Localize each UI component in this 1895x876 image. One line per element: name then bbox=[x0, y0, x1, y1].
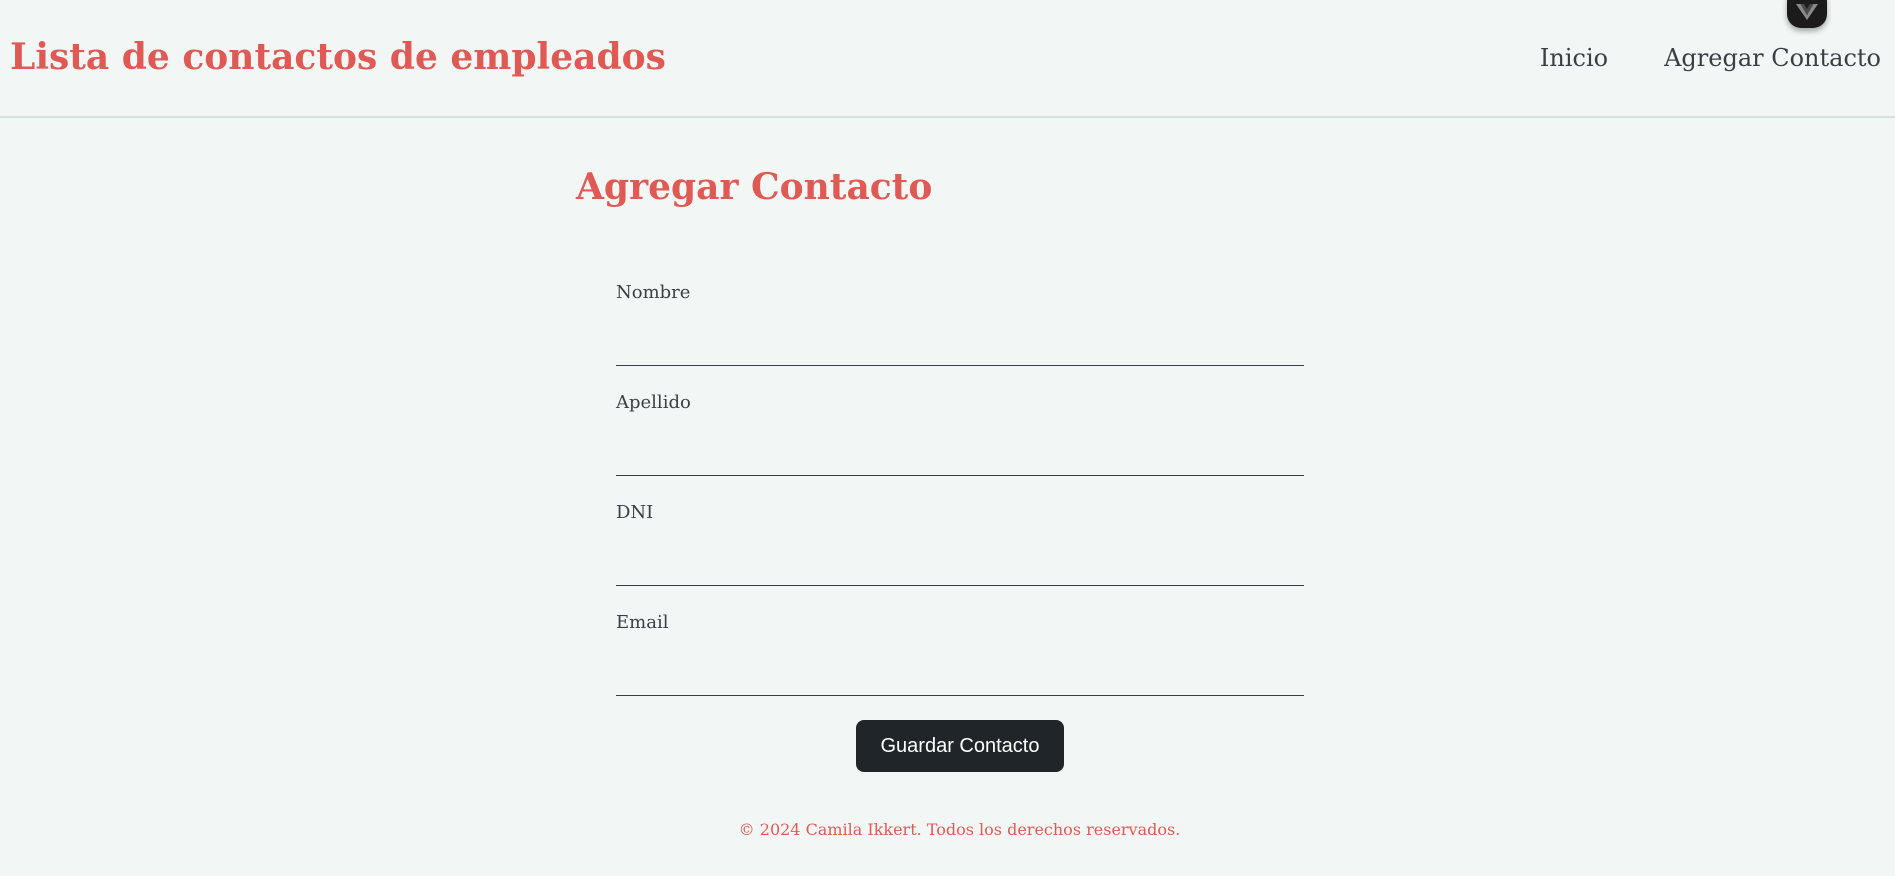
nav-link-agregar-contacto[interactable]: Agregar Contacto bbox=[1664, 44, 1881, 72]
page-title: Agregar Contacto bbox=[576, 166, 933, 208]
field-dni: DNI bbox=[616, 500, 1304, 610]
nombre-label: Nombre bbox=[616, 282, 691, 303]
field-email: Email bbox=[616, 610, 1304, 720]
vue-devtools-button[interactable] bbox=[1787, 0, 1827, 28]
email-label: Email bbox=[616, 612, 669, 633]
email-input[interactable] bbox=[616, 664, 1304, 696]
apellido-label: Apellido bbox=[616, 392, 691, 413]
add-contact-form: Nombre Apellido DNI Email bbox=[616, 280, 1304, 720]
main-nav: Inicio Agregar Contacto bbox=[1540, 44, 1881, 72]
save-contact-button[interactable]: Guardar Contacto bbox=[856, 720, 1064, 772]
apellido-input[interactable] bbox=[616, 444, 1304, 476]
footer-copyright: © 2024 Camila Ikkert. Todos los derechos… bbox=[738, 820, 1181, 839]
nav-link-inicio[interactable]: Inicio bbox=[1540, 44, 1608, 72]
site-header: Lista de contactos de empleados Inicio A… bbox=[0, 0, 1895, 118]
site-title: Lista de contactos de empleados bbox=[10, 36, 666, 78]
field-apellido: Apellido bbox=[616, 390, 1304, 500]
nombre-input[interactable] bbox=[616, 334, 1304, 366]
vue-logo-icon bbox=[1796, 4, 1818, 20]
dni-label: DNI bbox=[616, 502, 654, 523]
dni-input[interactable] bbox=[616, 554, 1304, 586]
field-nombre: Nombre bbox=[616, 280, 1304, 390]
